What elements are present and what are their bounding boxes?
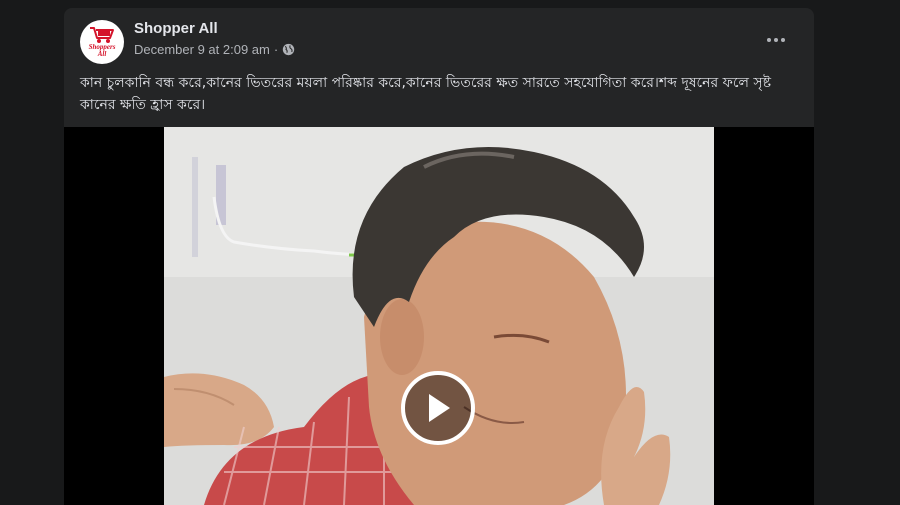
shopping-cart-icon [90, 27, 114, 43]
post-card: Shoppers All Shopper All December 9 at 2… [64, 8, 814, 505]
post-header: Shoppers All Shopper All December 9 at 2… [64, 8, 814, 70]
meta-separator: · [273, 42, 279, 57]
video-still-image [164, 127, 714, 505]
more-options-button[interactable] [758, 28, 794, 52]
post-meta: December 9 at 2:09 am · [134, 42, 295, 57]
avatar-text-line2: All [97, 50, 107, 58]
post-caption: কান চুলকানি বন্ধ করে,কানের ভিতরের ময়লা … [80, 75, 772, 113]
more-dot [774, 38, 778, 42]
video-frame [164, 127, 714, 505]
page-name-link[interactable]: Shopper All [134, 20, 218, 37]
avatar[interactable]: Shoppers All [80, 20, 124, 64]
more-dot [781, 38, 785, 42]
play-icon [429, 394, 450, 422]
play-button[interactable] [401, 371, 475, 445]
globe-icon[interactable] [282, 43, 295, 56]
avatar-logo-text: Shoppers All [89, 44, 116, 58]
video-player[interactable] [64, 127, 814, 505]
more-dot [767, 38, 771, 42]
post-timestamp[interactable]: December 9 at 2:09 am [134, 42, 270, 57]
